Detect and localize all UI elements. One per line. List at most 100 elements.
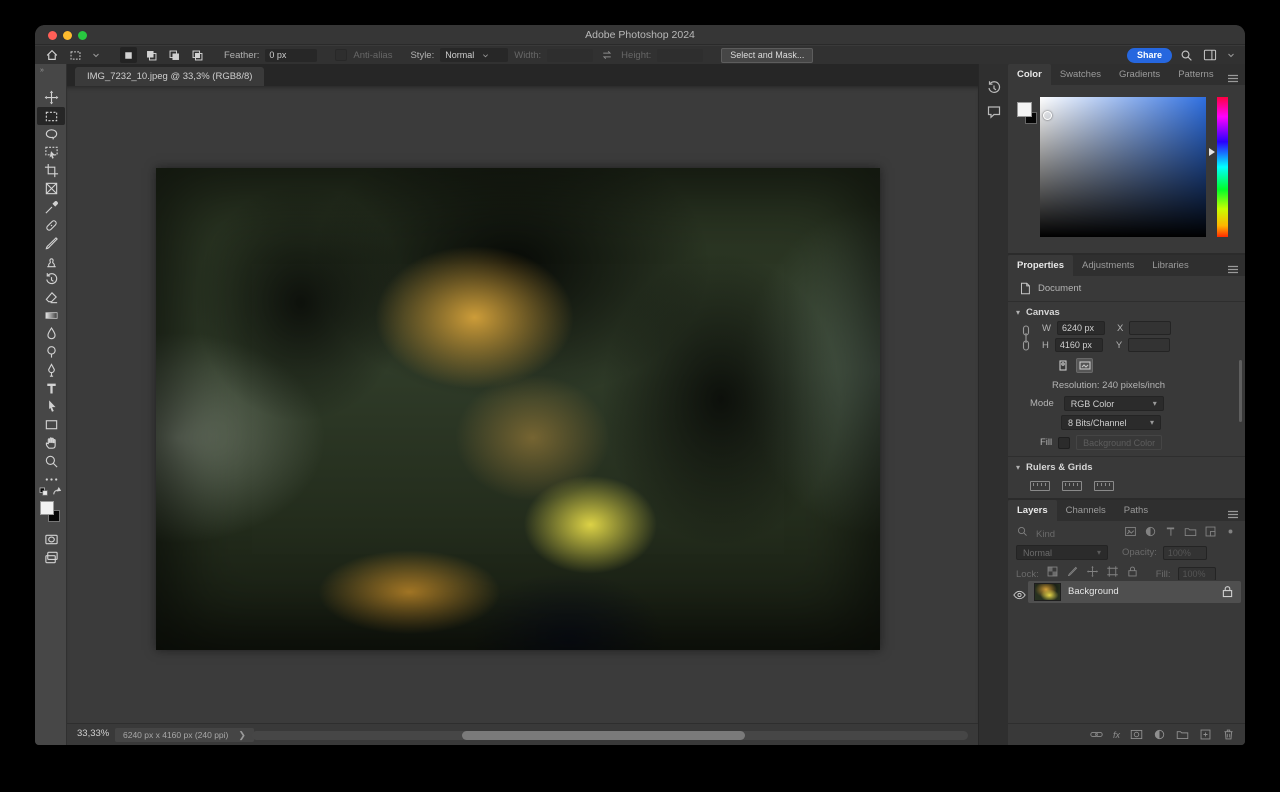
add-to-selection-button[interactable] [143, 47, 160, 63]
tab-libraries[interactable]: Libraries [1143, 255, 1197, 276]
object-selection-tool[interactable] [37, 143, 65, 161]
document-tab[interactable]: IMG_7232_10.jpeg @ 33,3% (RGB8/8) [75, 67, 264, 86]
version-history-icon[interactable] [986, 80, 1002, 96]
clone-stamp-tool[interactable] [37, 252, 65, 270]
layer-effects-icon[interactable]: fx [1113, 730, 1120, 740]
home-icon[interactable] [43, 47, 61, 63]
landscape-orientation-button[interactable] [1076, 358, 1093, 373]
quick-mask-button[interactable] [37, 530, 65, 548]
layer-thumbnail[interactable] [1034, 583, 1061, 601]
new-layer-icon[interactable] [1199, 728, 1212, 741]
foreground-color-swatch[interactable] [40, 501, 54, 515]
layer-row[interactable]: Background [1008, 580, 1245, 604]
filter-smart-object-icon[interactable] [1204, 525, 1217, 543]
brush-tool[interactable] [37, 234, 65, 252]
dodge-tool[interactable] [37, 342, 65, 360]
workspace-chevron-icon[interactable] [1225, 47, 1237, 63]
tab-channels[interactable]: Channels [1057, 500, 1115, 521]
intersect-selection-button[interactable] [189, 47, 206, 63]
tab-layers[interactable]: Layers [1008, 500, 1057, 521]
canvas-pasteboard[interactable] [67, 86, 978, 723]
color-panel-menu-icon[interactable] [1227, 70, 1239, 79]
frame-tool[interactable] [37, 179, 65, 197]
new-adjustment-layer-icon[interactable] [1153, 728, 1166, 741]
canvas-width-input[interactable]: 6240 px [1057, 321, 1105, 335]
rulers-grids-chevron-icon[interactable]: ▾ [1016, 463, 1020, 472]
status-chevron-icon[interactable]: ❯ [238, 730, 246, 741]
subtract-from-selection-button[interactable] [166, 47, 183, 63]
layer-name[interactable]: Background [1068, 586, 1119, 597]
hue-slider[interactable] [1217, 97, 1228, 237]
color-panel-foreground-swatch[interactable] [1017, 102, 1032, 117]
delete-layer-icon[interactable] [1222, 728, 1235, 741]
layer-search-icon[interactable] [1016, 525, 1029, 543]
share-button[interactable]: Share [1127, 48, 1172, 63]
layer-lock-icon[interactable] [1222, 585, 1233, 603]
canvas-image[interactable] [156, 168, 880, 650]
tab-swatches[interactable]: Swatches [1051, 64, 1110, 85]
portrait-orientation-button[interactable] [1054, 358, 1071, 373]
tab-color[interactable]: Color [1008, 64, 1051, 85]
marquee-tool-preset-icon[interactable] [67, 47, 84, 63]
history-brush-tool[interactable] [37, 270, 65, 288]
link-dimensions-icon[interactable] [1021, 325, 1031, 351]
color-field-cursor[interactable] [1043, 111, 1052, 120]
default-and-switch-colors[interactable] [37, 485, 65, 499]
horizontal-scrollbar-track[interactable] [252, 731, 968, 740]
screen-mode-button[interactable] [37, 548, 65, 566]
hand-tool[interactable] [37, 433, 65, 451]
add-layer-mask-icon[interactable] [1130, 728, 1143, 741]
path-selection-tool[interactable] [37, 397, 65, 415]
select-and-mask-button[interactable]: Select and Mask... [721, 48, 813, 63]
pen-tool[interactable] [37, 361, 65, 379]
bit-depth-dropdown[interactable]: 8 Bits/Channel▾ [1061, 415, 1161, 430]
tab-paths[interactable]: Paths [1115, 500, 1157, 521]
search-icon[interactable] [1178, 47, 1195, 63]
eraser-tool[interactable] [37, 288, 65, 306]
gradient-tool[interactable] [37, 306, 65, 324]
horizontal-scrollbar-thumb[interactable] [462, 731, 745, 740]
canvas-section-chevron-icon[interactable]: ▾ [1016, 308, 1020, 317]
filter-toggle-icon[interactable] [1224, 525, 1237, 543]
document-info[interactable]: 6240 px x 4160 px (240 ppi) ❯ [115, 728, 254, 742]
layers-panel-menu-icon[interactable] [1227, 506, 1239, 515]
rectangular-marquee-tool[interactable] [37, 107, 65, 125]
workspace-layout-icon[interactable] [1201, 47, 1219, 63]
fill-checkbox[interactable] [1058, 437, 1070, 449]
comments-icon[interactable] [986, 104, 1002, 120]
zoom-tool[interactable] [37, 452, 65, 470]
eyedropper-tool[interactable] [37, 198, 65, 216]
tab-gradients[interactable]: Gradients [1110, 64, 1169, 85]
tab-patterns[interactable]: Patterns [1169, 64, 1222, 85]
toolbar-collapse-icon[interactable]: » [40, 67, 45, 74]
blur-tool[interactable] [37, 324, 65, 342]
new-selection-button[interactable] [120, 47, 137, 63]
layer-visibility-icon[interactable] [1013, 587, 1026, 605]
filter-type-layers-icon[interactable] [1164, 525, 1177, 543]
tab-properties[interactable]: Properties [1008, 255, 1073, 276]
tool-preset-chevron-icon[interactable] [90, 47, 102, 63]
crop-tool[interactable] [37, 161, 65, 179]
color-mode-dropdown[interactable]: RGB Color▾ [1064, 396, 1164, 411]
zoom-level-field[interactable]: 33,33% [77, 728, 109, 739]
hue-slider-pointer[interactable] [1209, 148, 1215, 156]
saturation-brightness-field[interactable] [1040, 97, 1206, 237]
ruler-icon[interactable] [1030, 481, 1050, 491]
filter-group-layers-icon[interactable] [1184, 525, 1197, 543]
filter-adjustment-layers-icon[interactable] [1144, 525, 1157, 543]
move-tool[interactable] [37, 88, 65, 106]
style-dropdown[interactable]: Normal [440, 48, 508, 62]
lasso-tool[interactable] [37, 125, 65, 143]
properties-scrollbar-thumb[interactable] [1239, 360, 1242, 422]
type-tool[interactable] [37, 379, 65, 397]
guides-icon[interactable] [1094, 481, 1114, 491]
rectangle-tool[interactable] [37, 415, 65, 433]
grid-icon[interactable] [1062, 481, 1082, 491]
new-group-icon[interactable] [1176, 728, 1189, 741]
spot-healing-brush-tool[interactable] [37, 216, 65, 234]
filter-pixel-layers-icon[interactable] [1124, 525, 1137, 543]
canvas-height-input[interactable]: 4160 px [1055, 338, 1103, 352]
link-layers-icon[interactable] [1090, 728, 1103, 741]
feather-input[interactable]: 0 px [265, 49, 317, 62]
properties-panel-menu-icon[interactable] [1227, 261, 1239, 270]
